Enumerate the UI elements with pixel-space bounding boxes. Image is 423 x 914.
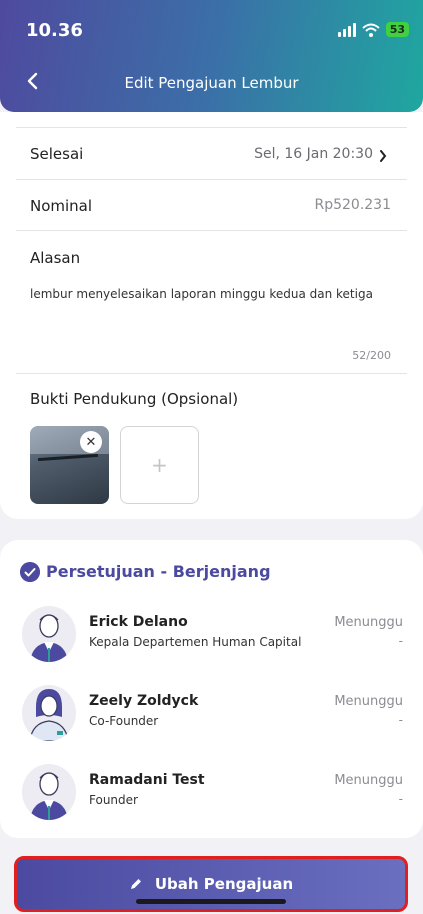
alasan-row[interactable]: Alasan	[16, 231, 407, 374]
selesai-row[interactable]: Selesai Sel, 16 Jan 20:30	[16, 128, 407, 180]
bukti-label: Bukti Pendukung (Opsional)	[30, 390, 239, 408]
avatar	[22, 764, 76, 820]
approver-name: Zeely Zoldyck	[89, 693, 199, 709]
approver-status: Menunggu	[334, 773, 403, 788]
home-indicator	[136, 899, 286, 904]
signal-icon	[337, 22, 356, 37]
approver-status: Menunggu	[334, 615, 403, 630]
nominal-value: Rp520.231	[314, 197, 391, 213]
battery-icon: 53	[385, 22, 409, 37]
status-icons: 53	[337, 22, 409, 37]
approver-role: Kepala Departemen Human Capital	[89, 635, 302, 649]
selesai-label: Selesai	[30, 145, 84, 163]
status-time: 10.36	[26, 20, 83, 41]
approver-item: Ramadani Test Founder Menunggu -	[0, 762, 423, 824]
approver-date: -	[398, 713, 403, 727]
page-title: Edit Pengajuan Lembur	[124, 74, 299, 92]
approver-date: -	[398, 634, 403, 648]
approver-role: Founder	[89, 793, 138, 807]
approver-status: Menunggu	[334, 694, 403, 709]
remove-attachment-button[interactable]: ✕	[80, 431, 102, 453]
chevron-right-icon	[380, 150, 387, 162]
app-header: 10.36 53 Edit Pengajuan Lembur	[0, 0, 423, 112]
pencil-icon	[130, 879, 141, 889]
submit-label: Ubah Pengajuan	[154, 875, 294, 893]
approver-name: Ramadani Test	[89, 772, 205, 788]
alasan-input[interactable]: lembur menyelesaikan laporan minggu kedu…	[30, 287, 373, 301]
wifi-icon	[362, 23, 380, 37]
approver-date: -	[398, 792, 403, 806]
nominal-label: Nominal	[30, 197, 93, 215]
check-circle-icon	[20, 562, 40, 582]
approver-role: Co-Founder	[89, 714, 159, 728]
approver-item: Erick Delano Kepala Departemen Human Cap…	[0, 604, 423, 666]
nominal-row[interactable]: Nominal Rp520.231	[16, 180, 407, 231]
avatar	[22, 606, 76, 662]
approver-item: Zeely Zoldyck Co-Founder Menunggu -	[0, 683, 423, 745]
alasan-label: Alasan	[30, 249, 81, 267]
add-attachment-button[interactable]: +	[120, 426, 199, 504]
avatar	[22, 685, 76, 741]
selesai-value: Sel, 16 Jan 20:30	[254, 146, 373, 162]
approval-title: Persetujuan - Berjenjang	[46, 562, 271, 581]
character-count: 52/200	[352, 349, 391, 362]
approver-name: Erick Delano	[89, 614, 188, 630]
